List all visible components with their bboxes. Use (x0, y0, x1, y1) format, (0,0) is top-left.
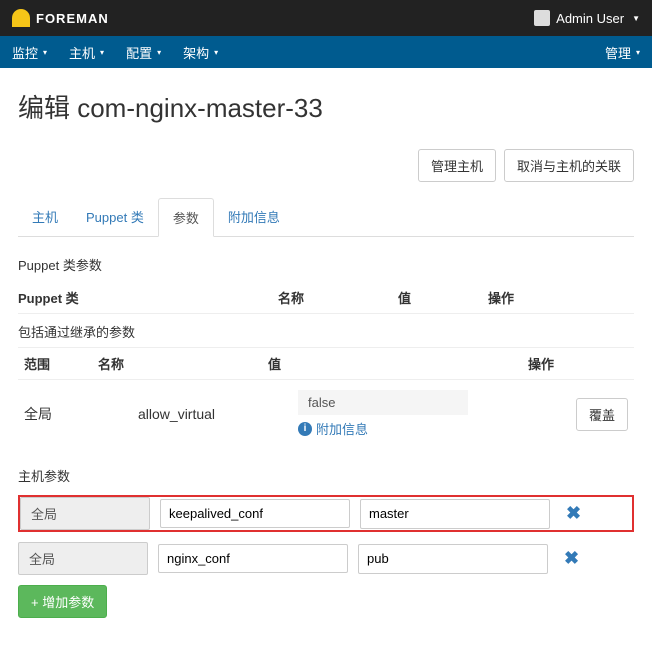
param-scope: 全局 (20, 497, 150, 530)
param-value-input[interactable] (360, 499, 550, 529)
user-menu[interactable]: Admin User ▼ (534, 10, 640, 26)
col-action: 操作 (488, 288, 514, 307)
topbar: FOREMAN Admin User ▼ (0, 0, 652, 36)
menu-hosts[interactable]: 主机▾ (69, 43, 104, 62)
menubar: 监控▾ 主机▾ 配置▾ 架构▾ 管理▾ (0, 36, 652, 68)
override-button[interactable]: 覆盖 (576, 398, 628, 431)
menu-monitor[interactable]: 监控▾ (12, 43, 47, 62)
additional-info-link[interactable]: i 附加信息 (298, 419, 528, 438)
puppet-params-title: Puppet 类参数 (18, 255, 634, 274)
col-scope: 范围 (18, 354, 98, 373)
page-title: 编辑 com-nginx-master-33 (18, 88, 634, 125)
inherited-row: 全局 allow_virtual false i 附加信息 覆盖 (18, 380, 634, 448)
add-param-button[interactable]: + 增加参数 (18, 585, 107, 618)
param-name-input[interactable] (158, 544, 348, 573)
col-value2: 值 (268, 354, 528, 373)
remove-param-icon[interactable]: ✖ (560, 503, 587, 524)
caret-down-icon: ▾ (157, 48, 161, 57)
menu-config[interactable]: 配置▾ (126, 43, 161, 62)
col-name2: 名称 (98, 354, 268, 373)
row-action-cell: 覆盖 (528, 398, 628, 431)
add-row: + 增加参数 (18, 585, 634, 618)
menu-admin[interactable]: 管理▾ (605, 43, 640, 62)
host-param-row: 全局 ✖ (18, 495, 634, 532)
row-name: allow_virtual (138, 406, 298, 422)
caret-down-icon: ▾ (100, 48, 104, 57)
tab-puppet-class[interactable]: Puppet 类 (72, 198, 158, 236)
param-name-input[interactable] (160, 499, 350, 528)
col-class: Puppet 类 (18, 288, 278, 307)
tab-host[interactable]: 主机 (18, 198, 72, 236)
row-scope: 全局 (18, 404, 138, 424)
param-scope: 全局 (18, 542, 148, 575)
inherited-header: 范围 名称 值 操作 (18, 348, 634, 380)
manage-host-button[interactable]: 管理主机 (418, 149, 496, 182)
row-value-cell: false i 附加信息 (298, 390, 528, 438)
caret-down-icon: ▾ (214, 48, 218, 57)
host-param-row: 全局 ✖ (18, 542, 634, 575)
host-params-title: 主机参数 (18, 466, 634, 485)
action-row: 管理主机 取消与主机的关联 (18, 149, 634, 182)
param-value-input[interactable] (358, 544, 548, 574)
caret-down-icon: ▾ (43, 48, 47, 57)
inherited-title: 包括通过继承的参数 (18, 314, 634, 348)
content: 编辑 com-nginx-master-33 管理主机 取消与主机的关联 主机 … (0, 68, 652, 648)
brand-name: FOREMAN (36, 11, 109, 26)
col-action2: 操作 (528, 354, 554, 373)
puppet-params-header: Puppet 类 名称 值 操作 (18, 282, 634, 314)
col-name: 名称 (278, 288, 398, 307)
menubar-right: 管理▾ (605, 43, 640, 62)
col-value: 值 (398, 288, 488, 307)
tab-parameters[interactable]: 参数 (158, 198, 214, 237)
remove-param-icon[interactable]: ✖ (558, 548, 585, 569)
unassociate-button[interactable]: 取消与主机的关联 (504, 149, 634, 182)
topbar-left: FOREMAN (12, 9, 109, 27)
caret-down-icon: ▼ (632, 14, 640, 23)
tabs: 主机 Puppet 类 参数 附加信息 (18, 198, 634, 237)
menubar-left: 监控▾ 主机▾ 配置▾ 架构▾ (12, 43, 218, 62)
row-value: false (298, 390, 468, 415)
info-icon: i (298, 422, 312, 436)
user-icon (534, 10, 550, 26)
user-name: Admin User (556, 11, 624, 26)
logo-icon (12, 9, 30, 27)
menu-arch[interactable]: 架构▾ (183, 43, 218, 62)
caret-down-icon: ▾ (636, 48, 640, 57)
tab-additional[interactable]: 附加信息 (214, 198, 294, 236)
